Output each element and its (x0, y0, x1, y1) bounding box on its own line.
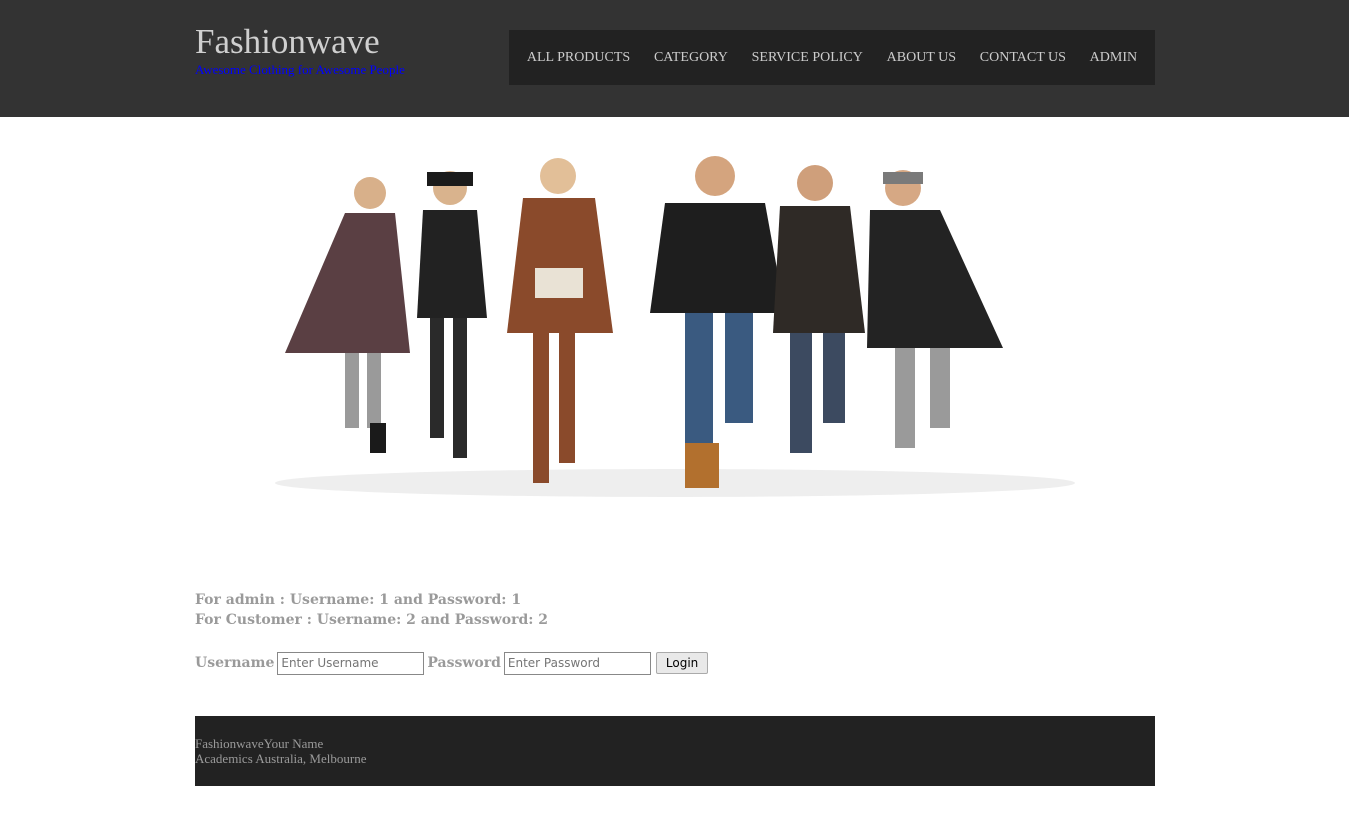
model-figure (773, 165, 865, 453)
nav-all-products[interactable]: ALL PRODUCTS (527, 50, 630, 66)
model-figure (650, 156, 785, 488)
customer-credentials-text: For Customer : Username: 2 and Password:… (195, 612, 549, 628)
model-figure (867, 170, 1003, 448)
nav-category[interactable]: CATEGORY (654, 50, 728, 66)
demo-credentials: For admin : Username: 1 and Password: 1 … (195, 590, 548, 630)
site-header: Fashionwave Awesome Clothing for Awesome… (0, 0, 1349, 117)
password-input[interactable] (503, 651, 651, 675)
site-tagline: Awesome Clothing for Awesome People (195, 62, 405, 77)
nav-admin[interactable]: ADMIN (1090, 50, 1137, 66)
main-nav: ALL PRODUCTS CATEGORY SERVICE POLICY ABO… (509, 30, 1155, 85)
footer-line-2: Academics Australia, Melbourne (195, 751, 367, 766)
password-label: Password (427, 655, 501, 671)
nav-contact-us[interactable]: CONTACT US (980, 50, 1066, 66)
hero-banner (195, 138, 1155, 503)
nav-about-us[interactable]: ABOUT US (887, 50, 956, 66)
login-form: Username Password Login (195, 651, 709, 675)
footer-text: FashionwaveYour Name Academics Australia… (195, 736, 366, 766)
login-button[interactable]: Login (655, 652, 709, 674)
model-figure (285, 177, 410, 453)
username-input[interactable] (277, 651, 425, 675)
nav-service-policy[interactable]: SERVICE POLICY (752, 50, 863, 66)
username-label: Username (195, 655, 275, 671)
model-figure (507, 158, 613, 483)
site-footer: FashionwaveYour Name Academics Australia… (195, 716, 1155, 786)
model-figure (417, 171, 487, 458)
site-logo[interactable]: Fashionwave (195, 22, 380, 62)
admin-credentials-text: For admin : Username: 1 and Password: 1 (195, 592, 522, 608)
footer-line-1: FashionwaveYour Name (195, 736, 324, 751)
fashion-models-banner-image (275, 156, 1075, 497)
